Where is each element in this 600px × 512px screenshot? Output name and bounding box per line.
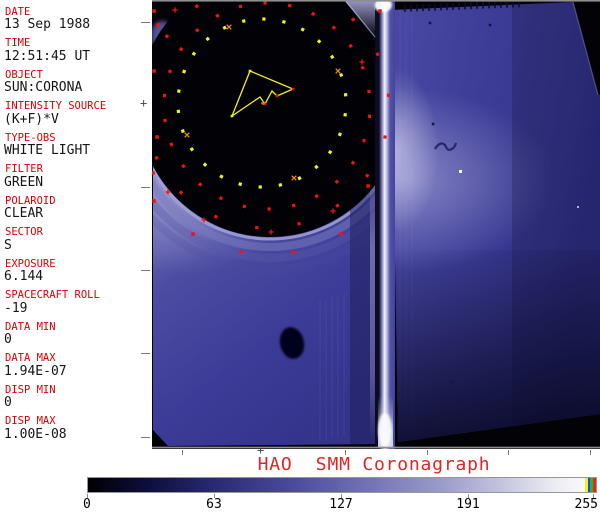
image-title: HAO SMM Coronagraph [257, 454, 491, 475]
field-value: 12:51:45 UT [4, 48, 91, 64]
image-frame-bottom [152, 446, 600, 449]
axis-cross-marker: + [140, 96, 148, 110]
field-label: INTENSITY SOURCE [5, 100, 107, 112]
field-label: POLAROID [5, 194, 56, 207]
field-label: DISP MIN [5, 383, 56, 396]
field-value: 0 [4, 395, 12, 410]
axis-tick-left [141, 270, 150, 271]
axis-tick-bottom [182, 450, 183, 455]
field-value: CLEAR [4, 206, 44, 221]
field-label: SPACECRAFT ROLL [5, 289, 100, 301]
colorbar-tick-label: 255 [574, 497, 598, 512]
field-label: EXPOSURE [5, 257, 56, 270]
field-label: DATE [5, 5, 31, 18]
field-label: DISP MAX [5, 415, 56, 427]
axis-tick-left [141, 353, 150, 354]
coronagraph-image [152, 0, 600, 449]
field-value: SUN:CORONA [4, 80, 83, 95]
field-label: SECTOR [5, 226, 43, 238]
axis-tick-bottom [590, 450, 591, 455]
field-label: TIME [5, 37, 31, 49]
metadata-sidebar: DATE 13 Sep 1988 TIME 12:51:45 UT OBJECT SUN:… [0, 0, 152, 450]
colorbar-tick-label: 127 [329, 497, 353, 512]
field-value: (K+F)*V [4, 111, 59, 127]
image-frame-top [152, 0, 600, 2]
field-value: -19 [4, 300, 28, 316]
colorbar-gradient [87, 477, 597, 493]
field-value: 1.94E-07 [4, 363, 67, 379]
pylon-streak [374, 0, 395, 449]
bright-star-point [459, 170, 462, 173]
field-label: FILTER [5, 163, 43, 175]
axis-tick-left [141, 187, 150, 188]
field-value: GREEN [4, 174, 44, 190]
coronagraph-viewer-window: DATE 13 Sep 1988 TIME 12:51:45 UT OBJECT SUN:… [0, 0, 600, 512]
field-value: 13 Sep 1988 [4, 17, 91, 32]
colorbar-tick-label: 0 [83, 497, 91, 512]
field-label: DATA MIN [5, 320, 56, 333]
colorbar-tick-label: 191 [456, 497, 480, 512]
field-value: S [4, 237, 12, 253]
axis-tick-bottom [508, 450, 509, 455]
colorbar-overflow-stripe-red [593, 478, 596, 492]
field-value: 6.144 [4, 269, 44, 284]
colorbar-tick-label: 63 [206, 497, 222, 512]
field-value: 0 [4, 332, 12, 347]
field-value: 1.00E-08 [4, 426, 67, 442]
field-label: TYPE-OBS [5, 131, 56, 144]
axis-tick-left [141, 437, 150, 438]
field-value: WHITE LIGHT [4, 143, 91, 158]
axis-tick-left [141, 22, 150, 23]
field-label: DATA MAX [5, 352, 56, 364]
field-label: OBJECT [5, 68, 43, 81]
